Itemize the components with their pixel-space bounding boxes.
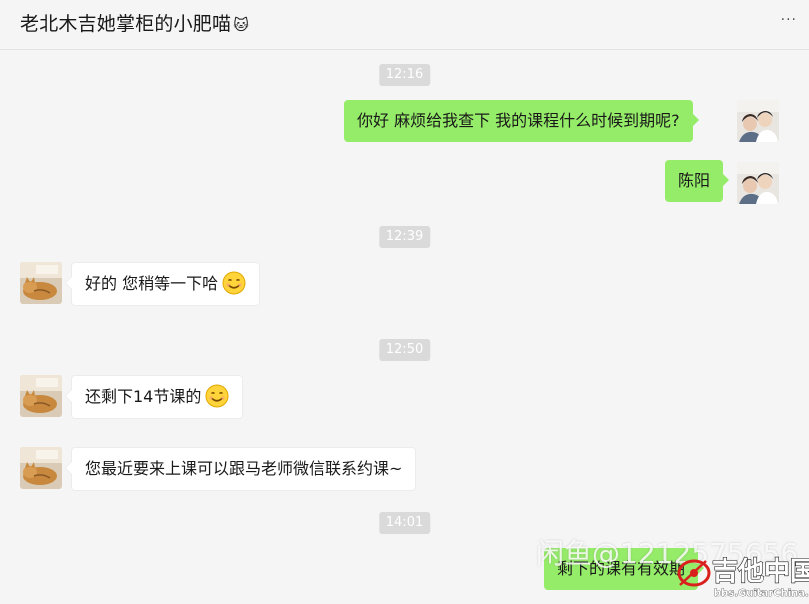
user-avatar[interactable] [737, 100, 779, 142]
contact-avatar[interactable] [20, 447, 62, 489]
message-bubble-incoming[interactable]: 还剩下14节课的 [64, 375, 244, 419]
timestamp: 12:39 [378, 226, 431, 248]
timestamp: 12:50 [378, 339, 431, 361]
message-bubble-incoming[interactable]: 您最近要来上课可以跟马老师微信联系约课~ [64, 447, 417, 491]
timestamp: 12:16 [378, 64, 431, 86]
chat-title: 老北木吉她掌柜的小肥喵 🐱 [20, 9, 249, 36]
site-url: bbs.GuitarChina.com [714, 588, 809, 599]
message-text: 还剩下14节课的 [85, 387, 202, 406]
site-logo-name: 吉他中国 [712, 557, 809, 587]
guitar-logo-icon [677, 559, 711, 587]
smile-emoji-icon [205, 384, 229, 408]
site-logo: 吉他中国 bbs.GuitarChina.com [672, 543, 809, 600]
smile-emoji-icon [222, 271, 246, 295]
message-bubble-incoming[interactable]: 好的 您稍等一下哈 [64, 262, 261, 306]
contact-avatar[interactable] [20, 262, 62, 304]
contact-avatar[interactable] [20, 375, 62, 417]
more-options-button[interactable]: ··· [781, 12, 797, 28]
user-avatar[interactable] [737, 162, 779, 204]
cat-emoji-icon: 🐱 [233, 16, 250, 34]
message-text: 好的 您稍等一下哈 [85, 274, 219, 293]
message-list[interactable]: 12:16 你好 麻烦给我查下 我的课程什么时候到期呢? 陈阳 12:39 好的… [0, 50, 809, 600]
message-bubble-outgoing[interactable]: 你好 麻烦给我查下 我的课程什么时候到期呢? [344, 100, 699, 142]
chat-header: 老北木吉她掌柜的小肥喵 🐱 ··· [0, 0, 809, 50]
message-bubble-outgoing[interactable]: 陈阳 [665, 160, 730, 202]
timestamp: 14:01 [378, 512, 431, 534]
chat-title-text: 老北木吉她掌柜的小肥喵 [20, 13, 232, 35]
